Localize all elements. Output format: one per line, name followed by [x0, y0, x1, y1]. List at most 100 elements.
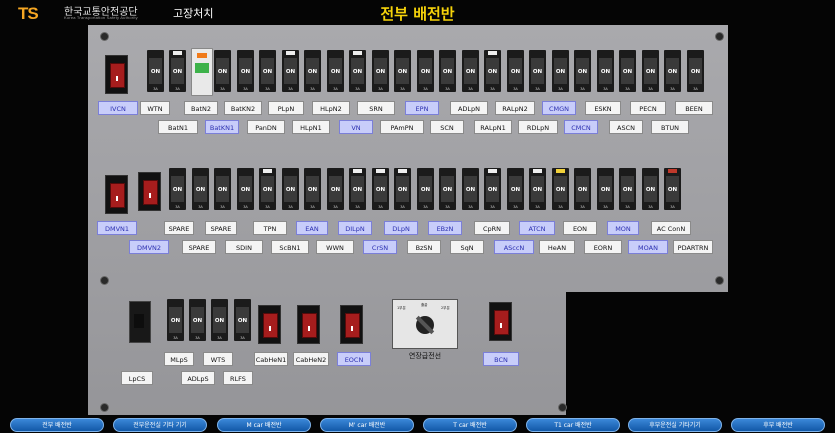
breaker-on-text: ON — [285, 69, 296, 75]
breaker-on-text: ON — [217, 69, 228, 75]
circuit-breaker[interactable]: ON 3A — [507, 50, 524, 92]
circuit-breaker[interactable]: ON 3A — [552, 168, 569, 210]
circuit-label: SPARE — [164, 221, 194, 235]
circuit-breaker[interactable]: ON 3A — [237, 50, 254, 92]
panel-bolt — [101, 404, 108, 411]
header-bar: TS 한국교통안전공단 Korea Transportation Safety … — [0, 0, 835, 26]
circuit-breaker[interactable]: ON 3A — [552, 50, 569, 92]
circuit-breaker[interactable]: ON 3A — [304, 50, 321, 92]
breaker-on-text: ON — [487, 69, 498, 75]
nav-button[interactable]: M' car 배전반 — [320, 418, 414, 432]
breaker-on-text: ON — [465, 187, 476, 193]
circuit-breaker[interactable]: ON 3A — [327, 50, 344, 92]
rocker-switch[interactable] — [489, 302, 512, 341]
circuit-breaker[interactable]: ON 3A — [214, 168, 231, 210]
knob-pos-mid: 홀끝 — [421, 303, 428, 307]
circuit-breaker[interactable]: ON 3A — [462, 50, 479, 92]
breaker-on-text: ON — [237, 318, 248, 324]
nav-button[interactable]: 전부 배전반 — [10, 418, 104, 432]
circuit-breaker[interactable]: ON 3A — [619, 168, 636, 210]
circuit-breaker[interactable]: ON 3A — [462, 168, 479, 210]
circuit-breaker[interactable]: ON 3A — [211, 299, 228, 341]
circuit-breaker[interactable]: ON 3A — [259, 168, 276, 210]
circuit-breaker[interactable]: ON 3A — [147, 50, 164, 92]
circuit-breaker[interactable]: ON 3A — [192, 168, 209, 210]
breaker-amp-text: 3A — [693, 87, 698, 91]
panel-bolt — [101, 33, 108, 40]
circuit-breaker[interactable]: ON 3A — [619, 50, 636, 92]
nav-button[interactable]: T car 배전반 — [423, 418, 517, 432]
circuit-breaker[interactable]: ON 3A — [439, 168, 456, 210]
breaker-on-text: ON — [420, 187, 431, 193]
circuit-breaker[interactable]: ON 3A — [597, 168, 614, 210]
circuit-breaker[interactable]: ON 3A — [169, 168, 186, 210]
circuit-label: DILpN — [338, 221, 372, 235]
circuit-breaker[interactable]: ON 3A — [394, 168, 411, 210]
breaker-amp-text: 3A — [243, 87, 248, 91]
circuit-breaker[interactable]: ON 3A — [169, 50, 186, 92]
circuit-breaker[interactable]: ON 3A — [439, 50, 456, 92]
circuit-breaker[interactable]: ON 3A — [529, 168, 546, 210]
rocker-switch[interactable] — [105, 175, 128, 214]
nav-button[interactable]: 후부 배전반 — [731, 418, 825, 432]
nav-button[interactable]: 후부운전실 기타기기 — [628, 418, 722, 432]
circuit-breaker[interactable]: ON 3A — [664, 168, 681, 210]
circuit-breaker[interactable]: ON 3A — [417, 50, 434, 92]
circuit-breaker[interactable]: ON 3A — [484, 50, 501, 92]
circuit-breaker[interactable]: ON 3A — [237, 168, 254, 210]
rocker-switch[interactable] — [105, 55, 128, 94]
circuit-breaker[interactable]: ON 3A — [327, 168, 344, 210]
page-title: 전부 배전반 — [380, 5, 455, 23]
rocker-switch[interactable] — [138, 172, 161, 211]
circuit-breaker[interactable]: ON 3A — [304, 168, 321, 210]
circuit-breaker[interactable]: ON 3A — [394, 50, 411, 92]
nav-button[interactable]: T1 car 배전반 — [526, 418, 620, 432]
circuit-breaker[interactable]: ON 3A — [529, 50, 546, 92]
circuit-breaker[interactable]: ON 3A — [372, 50, 389, 92]
circuit-breaker[interactable]: ON 3A — [574, 168, 591, 210]
circuit-breaker[interactable]: ON 3A — [597, 50, 614, 92]
breaker-amp-text: 3A — [670, 87, 675, 91]
breaker-amp-text: 3A — [310, 205, 315, 209]
circuit-label: CpRN — [474, 221, 510, 235]
circuit-breaker[interactable]: ON 3A — [282, 50, 299, 92]
nav-button[interactable]: 전부운전실 기타 기기 — [113, 418, 207, 432]
circuit-breaker[interactable]: ON 3A — [214, 50, 231, 92]
breaker-on-text: ON — [600, 187, 611, 193]
circuit-breaker[interactable]: ON 3A — [642, 168, 659, 210]
rocker-switch[interactable] — [258, 305, 281, 344]
rocker-switch[interactable] — [340, 305, 363, 344]
breaker-amp-text: 3A — [288, 205, 293, 209]
circuit-label: DMVN1 — [97, 221, 137, 235]
circuit-breaker[interactable]: ON 3A — [417, 168, 434, 210]
extension-feed-selector-knob[interactable]: 1부분 홀끝 2부분 — [392, 299, 458, 349]
circuit-label: BCN — [483, 352, 519, 366]
circuit-breaker[interactable]: ON 3A — [687, 50, 704, 92]
breaker-amp-text: 3A — [220, 205, 225, 209]
circuit-breaker[interactable]: ON 3A — [189, 299, 206, 341]
circuit-breaker[interactable]: ON 3A — [349, 50, 366, 92]
circuit-label: PAmPN — [380, 120, 424, 134]
circuit-breaker[interactable]: ON 3A — [642, 50, 659, 92]
rocker-switch[interactable] — [297, 305, 320, 344]
circuit-breaker[interactable]: ON 3A — [282, 168, 299, 210]
circuit-breaker[interactable]: ON 3A — [372, 168, 389, 210]
circuit-breaker[interactable]: ON 3A — [484, 168, 501, 210]
circuit-breaker[interactable]: ON 3A — [167, 299, 184, 341]
circuit-breaker[interactable]: ON 3A — [507, 168, 524, 210]
circuit-breaker[interactable]: ON 3A — [349, 168, 366, 210]
breaker-on-text: ON — [262, 69, 273, 75]
circuit-breaker[interactable]: ON 3A — [574, 50, 591, 92]
breaker-on-text: ON — [487, 187, 498, 193]
circuit-breaker[interactable]: ON 3A — [234, 299, 251, 341]
breaker-on-text: ON — [285, 187, 296, 193]
circuit-breaker[interactable]: ON 3A — [664, 50, 681, 92]
breaker-amp-text: 3A — [175, 87, 180, 91]
breaker-amp-text: 3A — [445, 87, 450, 91]
circuit-label: BatKN1 — [205, 120, 239, 134]
rotary-cutout-switch[interactable] — [129, 301, 151, 343]
circuit-breaker[interactable]: ON 3A — [259, 50, 276, 92]
nav-button[interactable]: M car 배전반 — [217, 418, 311, 432]
meter-breaker[interactable] — [191, 48, 213, 96]
circuit-label: EORN — [584, 240, 622, 254]
